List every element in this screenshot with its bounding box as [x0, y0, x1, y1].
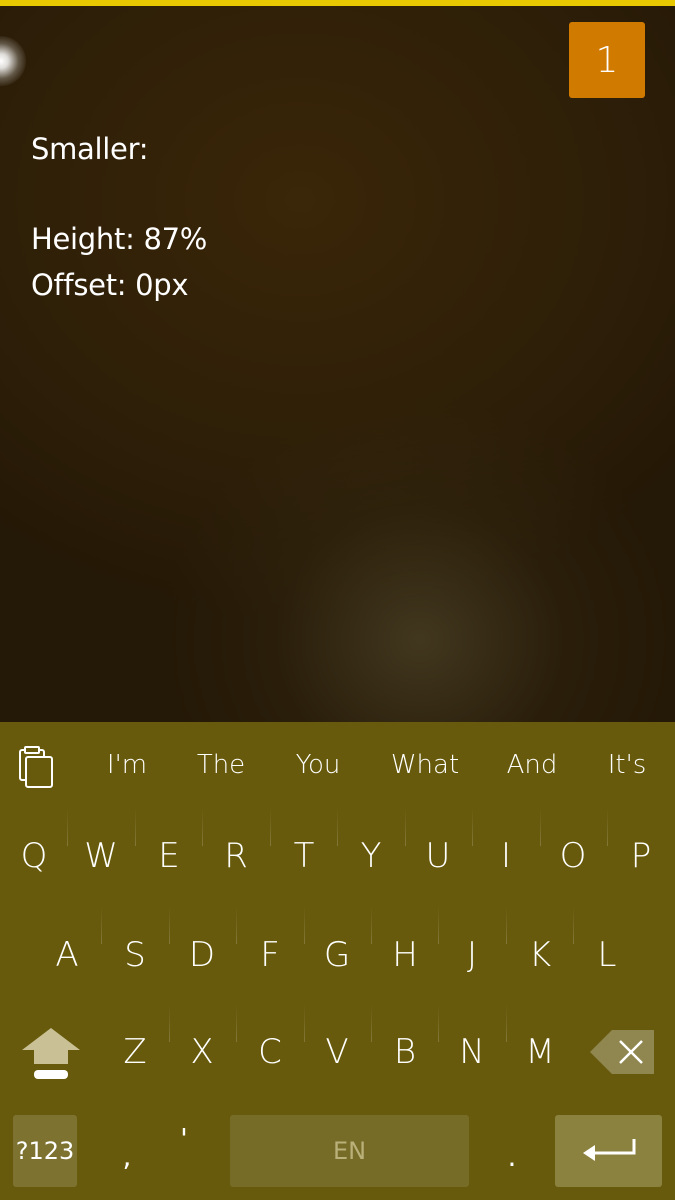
key-e[interactable]: E [139, 836, 199, 876]
info-title: Smaller: [31, 132, 149, 166]
screen: 1 Smaller: Height: 87% Offset: 0px I'm T… [0, 0, 675, 1200]
status-accent-bar [0, 0, 675, 6]
notification-badge[interactable]: 1 [569, 22, 645, 98]
key-b[interactable]: B [375, 1032, 435, 1072]
key-g[interactable]: G [307, 935, 367, 975]
key-divider [101, 906, 102, 944]
key-divider [506, 906, 507, 944]
virtual-keyboard: I'm The You What And It's Q W E R T Y U … [0, 722, 675, 1200]
key-divider [236, 906, 237, 944]
key-f[interactable]: F [240, 935, 300, 975]
key-divider [438, 906, 439, 944]
backspace-icon[interactable] [590, 1028, 656, 1076]
clipboard-icon[interactable] [16, 746, 56, 790]
key-apostrophe[interactable]: ' [180, 1122, 188, 1155]
key-y[interactable]: Y [341, 836, 401, 876]
key-x[interactable]: X [172, 1032, 232, 1072]
suggestion-bar: I'm The You What And It's [0, 722, 675, 810]
key-divider [472, 808, 473, 846]
key-divider [371, 906, 372, 944]
key-c[interactable]: C [240, 1032, 300, 1072]
key-divider [607, 808, 608, 846]
key-o[interactable]: O [543, 836, 603, 876]
enter-key[interactable] [555, 1115, 662, 1187]
key-u[interactable]: U [408, 836, 468, 876]
key-divider [135, 808, 136, 846]
key-w[interactable]: W [71, 836, 131, 876]
info-offset: Offset: 0px [31, 268, 189, 302]
key-n[interactable]: N [442, 1032, 502, 1072]
suggestion-5[interactable]: And [507, 750, 558, 780]
key-divider [236, 1004, 237, 1042]
key-divider [405, 808, 406, 846]
key-a[interactable]: A [37, 935, 97, 975]
key-v[interactable]: V [307, 1032, 367, 1072]
key-comma[interactable]: , [123, 1140, 132, 1173]
key-s[interactable]: S [105, 935, 165, 975]
suggestion-4[interactable]: What [391, 750, 459, 780]
enter-icon [583, 1139, 636, 1161]
key-divider [270, 808, 271, 846]
glow-indicator [0, 36, 26, 86]
key-divider [506, 1004, 507, 1042]
key-q[interactable]: Q [4, 836, 64, 876]
key-divider [169, 1004, 170, 1042]
key-divider [202, 808, 203, 846]
key-divider [371, 1004, 372, 1042]
shift-icon[interactable] [20, 1024, 82, 1084]
key-r[interactable]: R [206, 836, 266, 876]
key-divider [337, 808, 338, 846]
key-h[interactable]: H [375, 935, 435, 975]
key-j[interactable]: J [442, 935, 502, 975]
key-divider [304, 1004, 305, 1042]
info-height: Height: 87% [31, 222, 208, 256]
suggestion-3[interactable]: You [296, 750, 341, 780]
symbols-key[interactable]: ?123 [13, 1115, 77, 1187]
key-divider [573, 906, 574, 944]
key-divider [67, 808, 68, 846]
space-key[interactable]: EN [230, 1115, 469, 1187]
suggestion-2[interactable]: The [197, 750, 245, 780]
key-k[interactable]: K [510, 935, 570, 975]
key-m[interactable]: M [510, 1032, 570, 1072]
key-divider [540, 808, 541, 846]
key-i[interactable]: I [476, 836, 536, 876]
key-period[interactable]: . [508, 1140, 517, 1173]
key-d[interactable]: D [172, 935, 232, 975]
key-divider [169, 906, 170, 944]
suggestion-1[interactable]: I'm [107, 750, 147, 780]
suggestion-6[interactable]: It's [608, 750, 647, 780]
key-t[interactable]: T [274, 836, 334, 876]
key-divider [438, 1004, 439, 1042]
key-l[interactable]: L [577, 935, 637, 975]
key-z[interactable]: Z [105, 1032, 165, 1072]
key-p[interactable]: P [611, 836, 671, 876]
key-divider [304, 906, 305, 944]
